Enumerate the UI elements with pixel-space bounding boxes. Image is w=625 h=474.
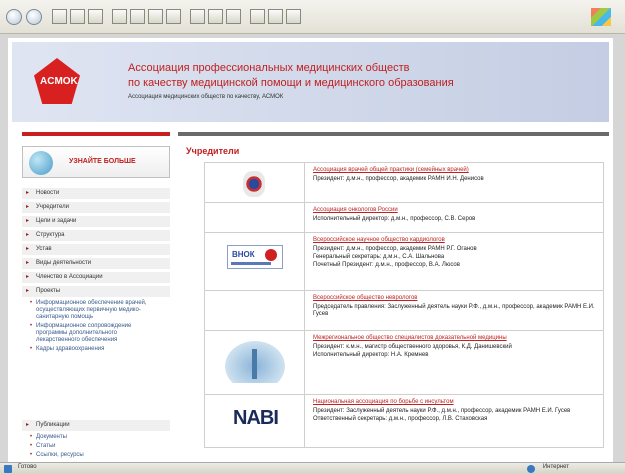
- logo-stripe: [231, 262, 271, 265]
- sidebar-divider: [22, 132, 170, 136]
- person-text: Президент: д.м.н., профессор, академик Р…: [313, 176, 484, 182]
- site-header: ACMOK Ассоциация профессиональных медици…: [12, 42, 609, 122]
- person-text: Почетный Президент: д.м.н., профессор, В…: [313, 262, 460, 268]
- forward-button[interactable]: [26, 9, 42, 25]
- sidebar-item-projects[interactable]: Проекты: [22, 286, 170, 297]
- org-link[interactable]: Ассоциация онкологов России: [313, 207, 599, 214]
- table-row: ВНОК Всероссийское научное общество кард…: [205, 233, 603, 291]
- sidebar-item-charter[interactable]: Устав: [22, 244, 170, 255]
- web-page: ACMOK Ассоциация профессиональных медици…: [8, 38, 613, 462]
- sidebar-item-publications[interactable]: Публикации: [22, 420, 170, 431]
- sidebar-item-goals[interactable]: Цели и задачи: [22, 216, 170, 227]
- person-text: Президент: Заслуженный деятель науки Р.Ф…: [313, 408, 571, 414]
- sidebar-item-membership[interactable]: Членство в Ассоциации: [22, 272, 170, 283]
- promo-label: УЗНАЙТЕ БОЛЬШЕ: [69, 158, 136, 165]
- logo-cell: [205, 331, 305, 394]
- logo-cell: [205, 163, 305, 202]
- table-row: Ассоциация онкологов России Исполнительн…: [205, 203, 603, 233]
- history-icon[interactable]: [166, 9, 181, 24]
- person-text: Исполнительный директор: Н.А. Кремнев: [313, 352, 429, 358]
- site-title-line2: по качеству медицинской помощи и медицин…: [128, 77, 454, 89]
- folder-icon[interactable]: [250, 9, 265, 24]
- status-text: Готово: [18, 464, 37, 470]
- page-icon: [4, 465, 12, 473]
- nabi-logo: NABI: [233, 407, 279, 433]
- person-text: Председатель правления: Заслуженный деят…: [313, 304, 595, 317]
- publication-link[interactable]: Статьи: [30, 443, 148, 450]
- publication-link[interactable]: Документы: [30, 434, 148, 441]
- org-link[interactable]: Всероссийское научное общество кардиолог…: [313, 237, 599, 244]
- tools-icon[interactable]: [286, 9, 301, 24]
- sidebar-menu: Новости Учредители Цели и задачи Структу…: [22, 188, 170, 357]
- logo-cell: ВНОК: [205, 233, 305, 290]
- table-row: NABI Национальная ассоциация по борьбе с…: [205, 395, 603, 447]
- publications-submenu: Документы Статьи Ссылки, ресурсы: [30, 434, 170, 459]
- print-icon[interactable]: [208, 9, 223, 24]
- org-link[interactable]: Ассоциация врачей общей практики (семейн…: [313, 167, 599, 174]
- project-link[interactable]: Информационное обеспечение врачей, осуще…: [30, 300, 148, 321]
- back-button[interactable]: [6, 9, 22, 25]
- browser-viewport: ACMOK Ассоциация профессиональных медици…: [0, 34, 625, 462]
- content-divider: [178, 132, 609, 136]
- sidebar-item-activities[interactable]: Виды деятельности: [22, 258, 170, 269]
- person-text: Президент: д.м.н., профессор, академик Р…: [313, 246, 477, 252]
- person-text: Президент: к.м.н., магистр общественного…: [313, 344, 512, 350]
- person-text: Исполнительный директор: д.м.н., професс…: [313, 216, 476, 222]
- logo-cell: [205, 203, 305, 232]
- publication-link[interactable]: Ссылки, ресурсы: [30, 452, 148, 459]
- promo-banner[interactable]: УЗНАЙТЕ БОЛЬШЕ: [22, 146, 170, 178]
- logo-cell: [205, 291, 305, 330]
- messenger-icon[interactable]: [268, 9, 283, 24]
- table-row: Межрегиональное общество специалистов до…: [205, 331, 603, 395]
- site-title-line1: Ассоциация профессиональных медицинских …: [128, 62, 410, 74]
- zone-text: Интернет: [542, 464, 569, 470]
- table-row: Ассоциация врачей общей практики (семейн…: [205, 163, 603, 203]
- favorites-icon[interactable]: [130, 9, 145, 24]
- media-icon[interactable]: [148, 9, 163, 24]
- org-link[interactable]: Всероссийское общество неврологов: [313, 295, 599, 302]
- browser-toolbar: [0, 0, 625, 34]
- internet-zone-icon: [527, 465, 535, 473]
- vnok-logo-text: ВНОК: [232, 250, 255, 259]
- status-bar: Готово Интернет: [0, 462, 625, 474]
- sidebar-item-founders[interactable]: Учредители: [22, 202, 170, 213]
- projects-submenu: Информационное обеспечение врачей, осуще…: [30, 300, 170, 353]
- org-link[interactable]: Национальная ассоциация по борьбе с инсу…: [313, 399, 599, 406]
- table-row: Всероссийское общество неврологов Предсе…: [205, 291, 603, 331]
- refresh-icon[interactable]: [70, 9, 85, 24]
- org-link[interactable]: Межрегиональное общество специалистов до…: [313, 335, 599, 342]
- nabi-logo-text: NABI: [233, 407, 279, 429]
- search-icon[interactable]: [112, 9, 127, 24]
- sidebar-item-news[interactable]: Новости: [22, 188, 170, 199]
- edit-icon[interactable]: [226, 9, 241, 24]
- sidebar-item-structure[interactable]: Структура: [22, 230, 170, 241]
- windows-logo-icon: [591, 8, 611, 26]
- publications-menu: Публикации Документы Статьи Ссылки, ресу…: [22, 420, 170, 462]
- person-text: Генеральный секретарь: д.м.н., С.А. Шаль…: [313, 254, 445, 260]
- site-subtitle: Ассоциация медицинских обществ по качест…: [128, 94, 284, 100]
- vnok-logo: ВНОК: [227, 245, 283, 269]
- project-link[interactable]: Информационное сопровождение программы д…: [30, 323, 148, 344]
- person-text: Ответственный секретарь: д.м.н., професс…: [313, 416, 488, 422]
- logo-cell: NABI: [205, 395, 305, 447]
- globe-icon: [29, 151, 53, 175]
- home-icon[interactable]: [88, 9, 103, 24]
- project-link[interactable]: Кадры здравоохранения: [30, 346, 148, 353]
- heart-icon: [265, 249, 277, 261]
- association-emblem-icon: [243, 171, 265, 197]
- mail-icon[interactable]: [190, 9, 205, 24]
- founders-table: Ассоциация врачей общей практики (семейн…: [204, 162, 604, 448]
- logo-text: ACMOK: [40, 76, 78, 87]
- stop-icon[interactable]: [52, 9, 67, 24]
- page-title: Учредители: [186, 146, 240, 156]
- caduceus-icon: [252, 349, 257, 379]
